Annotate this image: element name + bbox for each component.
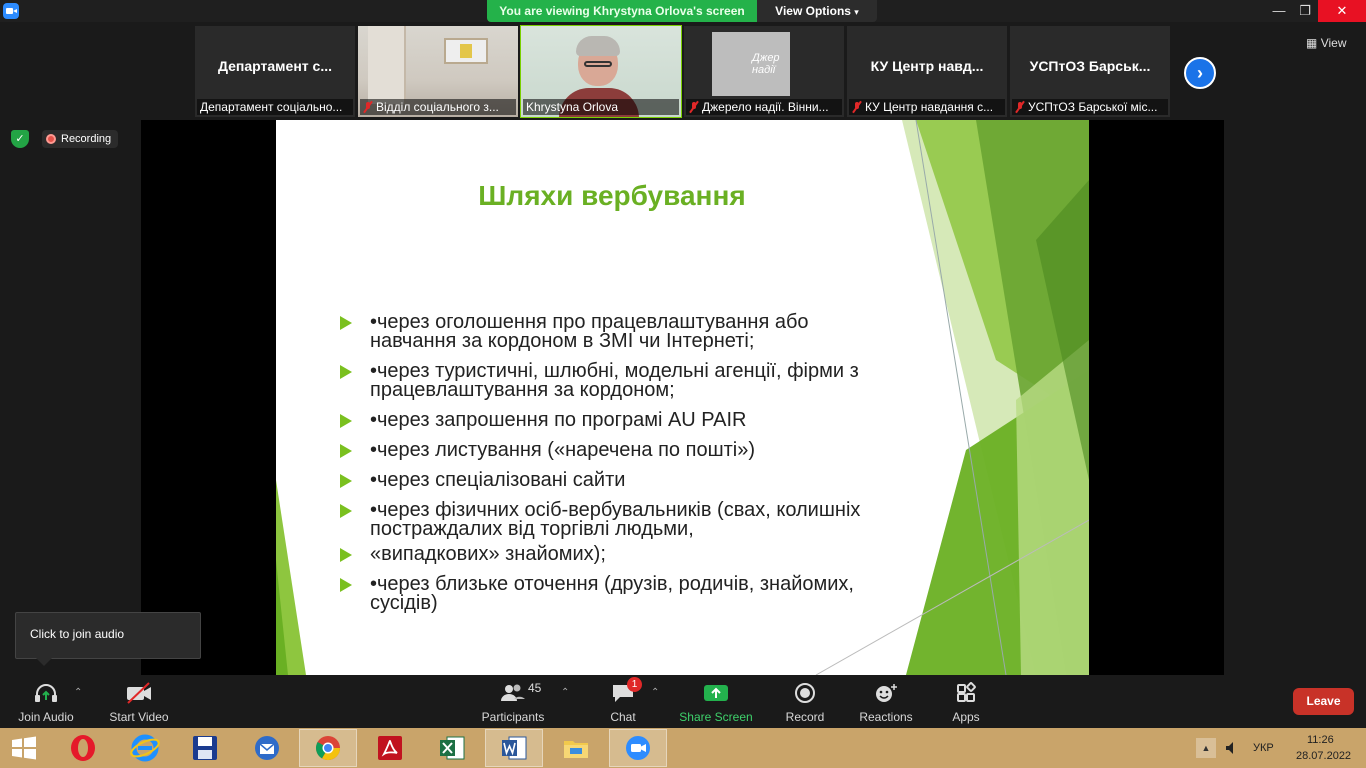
leave-button[interactable]: Leave — [1293, 688, 1354, 715]
start-video-label: Start Video — [109, 710, 169, 724]
show-hidden-icons-icon[interactable]: ▲ — [1196, 738, 1216, 758]
participants-button[interactable]: 45 Participants — [478, 681, 548, 725]
reactions-button[interactable]: Reactions — [856, 681, 916, 725]
bullet-item: «випадкових» знайомих); — [336, 544, 896, 564]
zoom-logo-icon — [3, 3, 19, 19]
clock-date[interactable]: 28.07.2022 — [1296, 750, 1351, 762]
participant-tile[interactable]: Відділ соціального з... — [358, 26, 518, 117]
zoom-window: You are viewing Khrystyna Orlova's scree… — [0, 0, 1366, 768]
viewing-banner: You are viewing Khrystyna Orlova's scree… — [487, 0, 757, 22]
recording-indicator[interactable]: Recording — [42, 130, 119, 148]
volume-icon[interactable] — [1222, 738, 1242, 758]
record-icon — [780, 681, 830, 705]
record-label: Record — [785, 710, 825, 724]
participants-caret-icon[interactable]: ⌃ — [561, 687, 569, 698]
zoom-icon[interactable] — [609, 729, 667, 767]
chat-button[interactable]: 1 Chat — [600, 677, 646, 725]
bullet-item: •через фізичних осіб-вербувальників (сва… — [336, 500, 896, 539]
participant-label: Khrystyna Orlova — [523, 99, 679, 115]
bullet-item: •через запрошення по програмі AU PAIR — [336, 410, 896, 430]
reactions-label: Reactions — [859, 710, 913, 724]
next-page-arrow-icon[interactable]: › — [1184, 57, 1216, 89]
video-off-icon — [104, 681, 174, 705]
recording-dot-icon — [46, 134, 56, 144]
join-audio-tooltip: Click to join audio — [15, 612, 201, 666]
participant-name: УСПтОЗ Барськ... — [1029, 58, 1151, 74]
participant-label: Відділ соціального з... — [360, 99, 516, 115]
participant-tile[interactable]: Джер надії Джерело надії. Вінни... — [684, 26, 844, 117]
input-language[interactable]: УКР — [1253, 742, 1274, 754]
participants-label: Participants — [481, 710, 545, 724]
presentation-slide: Шляхи вербування •через оголошення про п… — [276, 120, 1089, 675]
participant-name: КУ Центр навд... — [870, 58, 984, 74]
bullet-item: •через оголошення про працевлаштування а… — [336, 312, 896, 351]
headphones-icon — [10, 681, 82, 705]
share-screen-label: Share Screen — [679, 710, 753, 724]
close-button[interactable]: ✕ — [1318, 0, 1366, 22]
chat-icon: 1 — [600, 677, 646, 705]
mic-muted-icon — [1015, 101, 1025, 113]
internet-explorer-icon[interactable] — [116, 729, 174, 767]
record-button[interactable]: Record — [780, 681, 830, 725]
view-options-button[interactable]: View Options ▾ — [757, 0, 877, 22]
adobe-acrobat-icon[interactable] — [361, 729, 419, 767]
bullet-item: •через туристичні, шлюбні, модельні аген… — [336, 361, 896, 400]
encryption-shield-icon[interactable]: ✓ — [11, 130, 29, 148]
file-explorer-icon[interactable] — [547, 729, 605, 767]
bullet-item: •через спеціалізовані сайти — [336, 470, 896, 490]
chat-label: Chat — [610, 710, 636, 724]
view-options-label: View Options — [775, 4, 851, 18]
join-audio-label: Join Audio — [18, 710, 74, 724]
bullet-list: •через оголошення про працевлаштування а… — [336, 312, 896, 624]
word-icon[interactable] — [485, 729, 543, 767]
participant-label: Департамент соціально... — [197, 99, 353, 115]
start-video-button[interactable]: Start Video — [104, 681, 174, 725]
smiley-icon — [856, 681, 916, 705]
title-bar: You are viewing Khrystyna Orlova's scree… — [0, 0, 1366, 22]
apps-label: Apps — [952, 710, 980, 724]
participant-tile[interactable]: Департамент с... Департамент соціально..… — [195, 26, 355, 117]
chat-badge: 1 — [627, 677, 642, 692]
apps-icon — [944, 681, 988, 705]
view-label: View — [1320, 36, 1347, 50]
participant-label: УСПтОЗ Барської міс... — [1012, 99, 1168, 115]
participant-name: Департамент с... — [218, 58, 332, 74]
participant-tile-active[interactable]: Khrystyna Orlova — [520, 25, 682, 118]
clock-time[interactable]: 11:26 — [1307, 734, 1334, 746]
participant-tile[interactable]: УСПтОЗ Барськ... УСПтОЗ Барської міс... — [1010, 26, 1170, 117]
audio-options-caret-icon[interactable]: ⌃ — [74, 687, 82, 698]
recording-label: Recording — [61, 133, 112, 145]
chat-caret-icon[interactable]: ⌃ — [651, 687, 659, 698]
excel-icon[interactable] — [423, 729, 481, 767]
windows-start-icon[interactable] — [0, 729, 48, 767]
participants-count: 45 — [528, 681, 542, 695]
save-disk-icon[interactable] — [176, 729, 234, 767]
chrome-icon[interactable] — [299, 729, 357, 767]
bullet-item: •через близьке оточення (друзів, родичів… — [336, 574, 896, 613]
apps-button[interactable]: Apps — [944, 681, 988, 725]
participant-gallery: Департамент с... Департамент соціально..… — [0, 22, 1366, 120]
maximize-button[interactable]: ❐ — [1289, 0, 1321, 22]
gallery-view-icon: ▦ — [1306, 36, 1318, 50]
share-screen-button[interactable]: Share Screen — [678, 681, 754, 725]
slide-title: Шляхи вербування — [478, 180, 746, 211]
chevron-down-icon: ▾ — [854, 7, 859, 17]
meeting-controls: Join Audio ⌃ Start Video 45 Participants… — [0, 675, 1366, 728]
mic-muted-icon — [363, 101, 373, 113]
opera-icon[interactable] — [54, 729, 112, 767]
bullet-item: •через листування («наречена по пошті») — [336, 440, 896, 460]
share-screen-icon — [678, 681, 754, 705]
participant-tile[interactable]: КУ Центр навд... КУ Центр навдання с... — [847, 26, 1007, 117]
participant-label: КУ Центр навдання с... — [849, 99, 1005, 115]
mic-muted-icon — [852, 101, 862, 113]
view-button[interactable]: ▦ View — [1306, 36, 1346, 50]
join-audio-button[interactable]: Join Audio — [10, 681, 82, 725]
thunderbird-icon[interactable] — [238, 729, 296, 767]
mic-muted-icon — [689, 101, 699, 113]
windows-taskbar: ▲ УКР 11:26 28.07.2022 — [0, 728, 1366, 768]
participants-icon: 45 — [478, 681, 548, 705]
participant-label: Джерело надії. Вінни... — [686, 99, 842, 115]
